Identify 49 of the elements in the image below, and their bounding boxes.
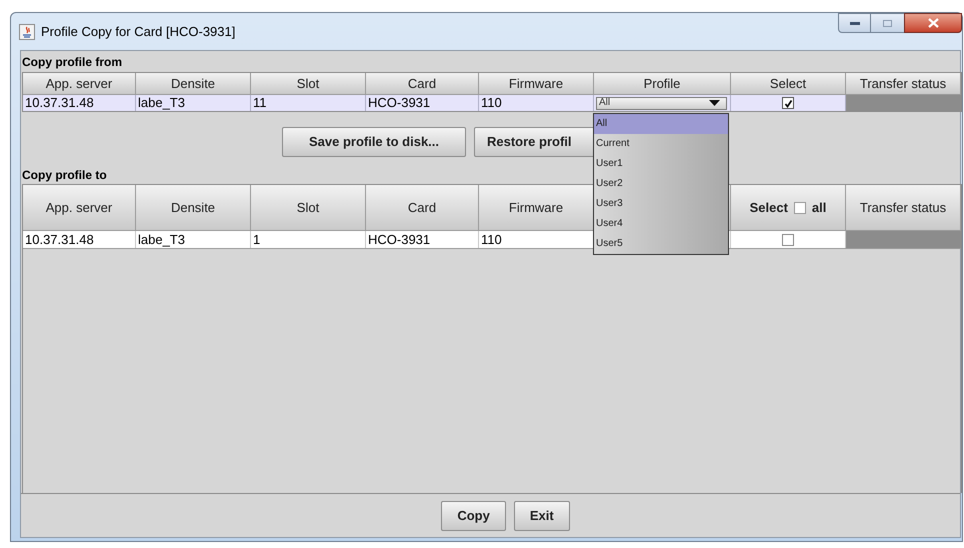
column-header[interactable]: Densite <box>136 73 251 94</box>
column-header[interactable]: Slot <box>251 185 366 230</box>
close-icon <box>928 18 938 28</box>
column-header[interactable]: Card <box>366 185 479 230</box>
table-cell: 11 <box>251 95 366 111</box>
dropdown-option[interactable]: User2 <box>594 174 728 194</box>
table-cell: 10.37.31.48 <box>23 95 136 111</box>
table-cell: HCO-3931 <box>366 231 479 248</box>
column-header[interactable]: Card <box>366 73 479 94</box>
close-button[interactable] <box>904 13 962 33</box>
column-header[interactable]: Transfer status <box>846 185 961 230</box>
table-cell: 110 <box>479 95 594 111</box>
section-label: Copy profile to <box>21 167 107 184</box>
column-header[interactable]: Profile <box>594 73 731 94</box>
column-header[interactable]: Select all <box>731 185 846 230</box>
checkmark-icon <box>784 98 792 108</box>
checkbox[interactable] <box>782 234 794 246</box>
checkbox[interactable] <box>794 202 806 214</box>
table-cell: 10.37.31.48 <box>23 231 136 248</box>
column-header[interactable]: Transfer status <box>846 73 961 94</box>
minimize-icon <box>850 22 860 24</box>
column-header[interactable]: Firmware <box>479 185 594 230</box>
dropdown-option[interactable]: All <box>594 114 728 134</box>
table-cell: labe_T3 <box>136 231 251 248</box>
column-header[interactable]: Select <box>731 73 846 94</box>
table-cell: HCO-3931 <box>366 95 479 111</box>
table-cell: 1 <box>251 231 366 248</box>
window-title: Profile Copy for Card [HCO-3931] <box>41 22 236 41</box>
profile-dropdown[interactable]: All <box>596 96 727 110</box>
dropdown-arrow-icon <box>709 100 720 106</box>
table-cell: labe_T3 <box>136 95 251 111</box>
column-header[interactable]: Densite <box>136 185 251 230</box>
java-app-icon <box>19 24 35 40</box>
section-label: Copy profile from <box>21 54 122 71</box>
minimize-button[interactable] <box>838 13 871 33</box>
save-button[interactable]: Save profile to disk... <box>282 127 466 157</box>
footer-button[interactable]: Copy <box>441 500 506 530</box>
column-header[interactable]: App. server <box>23 185 136 230</box>
footer-button[interactable]: Exit <box>514 500 570 530</box>
column-header[interactable]: Slot <box>251 73 366 94</box>
column-header[interactable]: App. server <box>23 73 136 94</box>
column-header[interactable]: Firmware <box>479 73 594 94</box>
dropdown-option[interactable]: User5 <box>594 234 728 254</box>
dropdown-option[interactable]: User3 <box>594 194 728 214</box>
dropdown-option[interactable]: User1 <box>594 154 728 174</box>
maximize-button[interactable] <box>871 13 904 33</box>
dropdown-option[interactable]: User4 <box>594 214 728 234</box>
checkbox[interactable] <box>782 97 794 109</box>
maximize-icon <box>883 20 892 26</box>
